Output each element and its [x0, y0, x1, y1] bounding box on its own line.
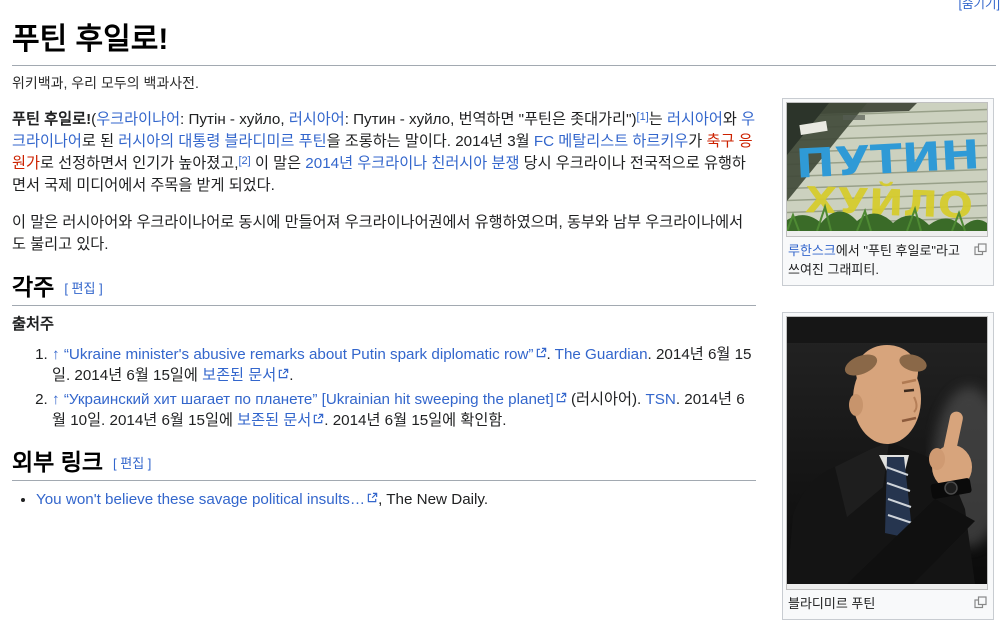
- text-run: : Путин - хуйло, 번역하면 "푸틴은 좃대가리"): [344, 111, 637, 128]
- text-run: 와: [722, 111, 742, 128]
- wiki-link[interactable]: 2014년 우크라이나 친러시아 분쟁: [305, 155, 519, 172]
- lead-paragraph: 푸틴 후일로!(우크라이나어: Путін - хуйло, 러시아어: Пут…: [12, 109, 756, 197]
- external-link[interactable]: “Ukraine minister's abusive remarks abou…: [64, 346, 547, 363]
- wiki-link[interactable]: 러시아어: [667, 111, 723, 128]
- graffiti-illustration: ПУТИН ХУЙЛО: [775, 103, 999, 232]
- wiki-link[interactable]: 러시아어: [289, 111, 345, 128]
- wiki-link[interactable]: FC 메탈리스트 하르키우: [534, 133, 688, 150]
- text-run: 로 된: [81, 133, 119, 150]
- graffiti-image[interactable]: ПУТИН ХУЙЛО: [775, 102, 999, 237]
- text-run: .: [289, 367, 294, 384]
- external-link-icon: [536, 347, 546, 358]
- reference-list: ↑ “Ukraine minister's abusive remarks ab…: [36, 344, 756, 431]
- thumbnail-caption: 루한스크에서 "푸틴 후일로"라고 쓰여진 그래피티.: [786, 237, 990, 282]
- reference-item: ↑ “Ukraine minister's abusive remarks ab…: [52, 344, 756, 386]
- section-title: 각주: [12, 274, 55, 300]
- text-run: 블라디미르 푸틴: [788, 596, 876, 611]
- edit-section-link[interactable]: [ 편집 ]: [64, 281, 102, 296]
- external-link[interactable]: “Украинский хит шагает по планете” [Ukra…: [64, 391, 567, 408]
- svg-text:ПУТИН: ПУТИН: [795, 132, 981, 188]
- ref-link[interactable]: [2]: [238, 155, 250, 167]
- expand-icon[interactable]: [974, 596, 987, 609]
- ref-link[interactable]: [1]: [637, 111, 649, 123]
- text-run: 로 선정하면서 인기가 높아졌고,: [39, 155, 239, 172]
- external-link-item: You won't believe these savage political…: [36, 489, 756, 510]
- putin-portrait-image[interactable]: [786, 316, 1005, 590]
- text-run: 을 조롱하는 말이다. 2014년 3월: [326, 133, 534, 150]
- external-link[interactable]: You won't believe these savage political…: [36, 491, 378, 508]
- caption-text: 루한스크에서 "푸틴 후일로"라고 쓰여진 그래피티.: [788, 243, 960, 277]
- backref-up-link[interactable]: ↑: [52, 391, 60, 408]
- graffiti-thumbnail: ПУТИН ХУЙЛО 루한스크에서 "푸틴 후일로"라고 쓰여진 그래피티.: [775, 98, 999, 286]
- thumbnail-column: ПУТИН ХУЙЛО 루한스크에서 "푸틴 후일로"라고 쓰여진 그래피티.: [775, 98, 1005, 620]
- text-run: 이 말은: [250, 155, 306, 172]
- wiki-link[interactable]: 블라디미르 푸틴: [225, 133, 327, 150]
- external-links-list: You won't believe these savage political…: [22, 489, 756, 510]
- section-heading-external-links: 외부 링크 [ 편집 ]: [12, 451, 756, 481]
- text-run: , The New Daily.: [378, 491, 489, 508]
- expand-icon[interactable]: [974, 243, 987, 256]
- text-run: 가: [688, 133, 707, 150]
- external-link-icon: [314, 413, 324, 424]
- section-title: 외부 링크: [12, 449, 104, 475]
- edit-section-link[interactable]: [ 편집 ]: [113, 456, 151, 471]
- footnote-marker: [2]: [238, 155, 250, 167]
- footnote-marker: [1]: [637, 111, 649, 123]
- second-paragraph: 이 말은 러시아어와 우크라이나어로 동시에 만들어져 우크라이나어권에서 유행…: [12, 212, 756, 256]
- caption-text: 블라디미르 푸틴: [788, 596, 875, 611]
- hide-toggle-link[interactable]: [숨기기]: [959, 0, 1000, 12]
- text-run: (러시아어).: [566, 391, 646, 408]
- putin-portrait-thumbnail: 블라디미르 푸틴: [782, 312, 1005, 620]
- text-run: .: [546, 346, 555, 363]
- wiki-link[interactable]: 우크라이나어: [96, 111, 180, 128]
- text-run: 이 말은 러시아어와 우크라이나어로 동시에 만들어져 우크라이나어권에서 유행…: [12, 214, 744, 253]
- page-title: 푸틴 후일로!: [12, 14, 996, 66]
- wikipedia-article-page: [숨기기] 푸틴 후일로! 위키백과, 우리 모두의 백과사전. 푸틴 후일로!…: [0, 0, 1008, 632]
- wiki-link[interactable]: 러시아의 대통령: [118, 133, 220, 150]
- site-tagline: 위키백과, 우리 모두의 백과사전.: [12, 75, 199, 91]
- wiki-link[interactable]: 루한스크: [788, 243, 836, 258]
- text-run: 는: [648, 111, 667, 128]
- text-run: 푸틴 후일로!: [12, 111, 92, 128]
- reference-item: ↑ “Украинский хит шагает по планете” [Uk…: [52, 389, 756, 431]
- external-link-icon: [278, 368, 289, 379]
- references-subheading: 출처주: [12, 316, 54, 333]
- text-run: : Путін - хуйло,: [180, 111, 289, 128]
- text-run: . 2014년 6월 15일에 확인함.: [324, 412, 507, 429]
- section-heading-footnotes: 각주 [ 편집 ]: [12, 276, 756, 306]
- thumbnail-caption: 블라디미르 푸틴: [786, 590, 990, 616]
- putin-portrait-illustration: [787, 317, 1005, 584]
- external-link[interactable]: 보존된 문서: [237, 412, 324, 429]
- wiki-link[interactable]: The Guardian: [555, 346, 648, 363]
- external-link-icon: [556, 392, 567, 403]
- backref-up-link[interactable]: ↑: [52, 346, 60, 363]
- wiki-link[interactable]: TSN: [645, 391, 675, 408]
- article-body: 푸틴 후일로!(우크라이나어: Путін - хуйло, 러시아어: Пут…: [12, 109, 756, 510]
- external-link[interactable]: 보존된 문서: [202, 367, 289, 384]
- external-link-icon: [367, 492, 378, 503]
